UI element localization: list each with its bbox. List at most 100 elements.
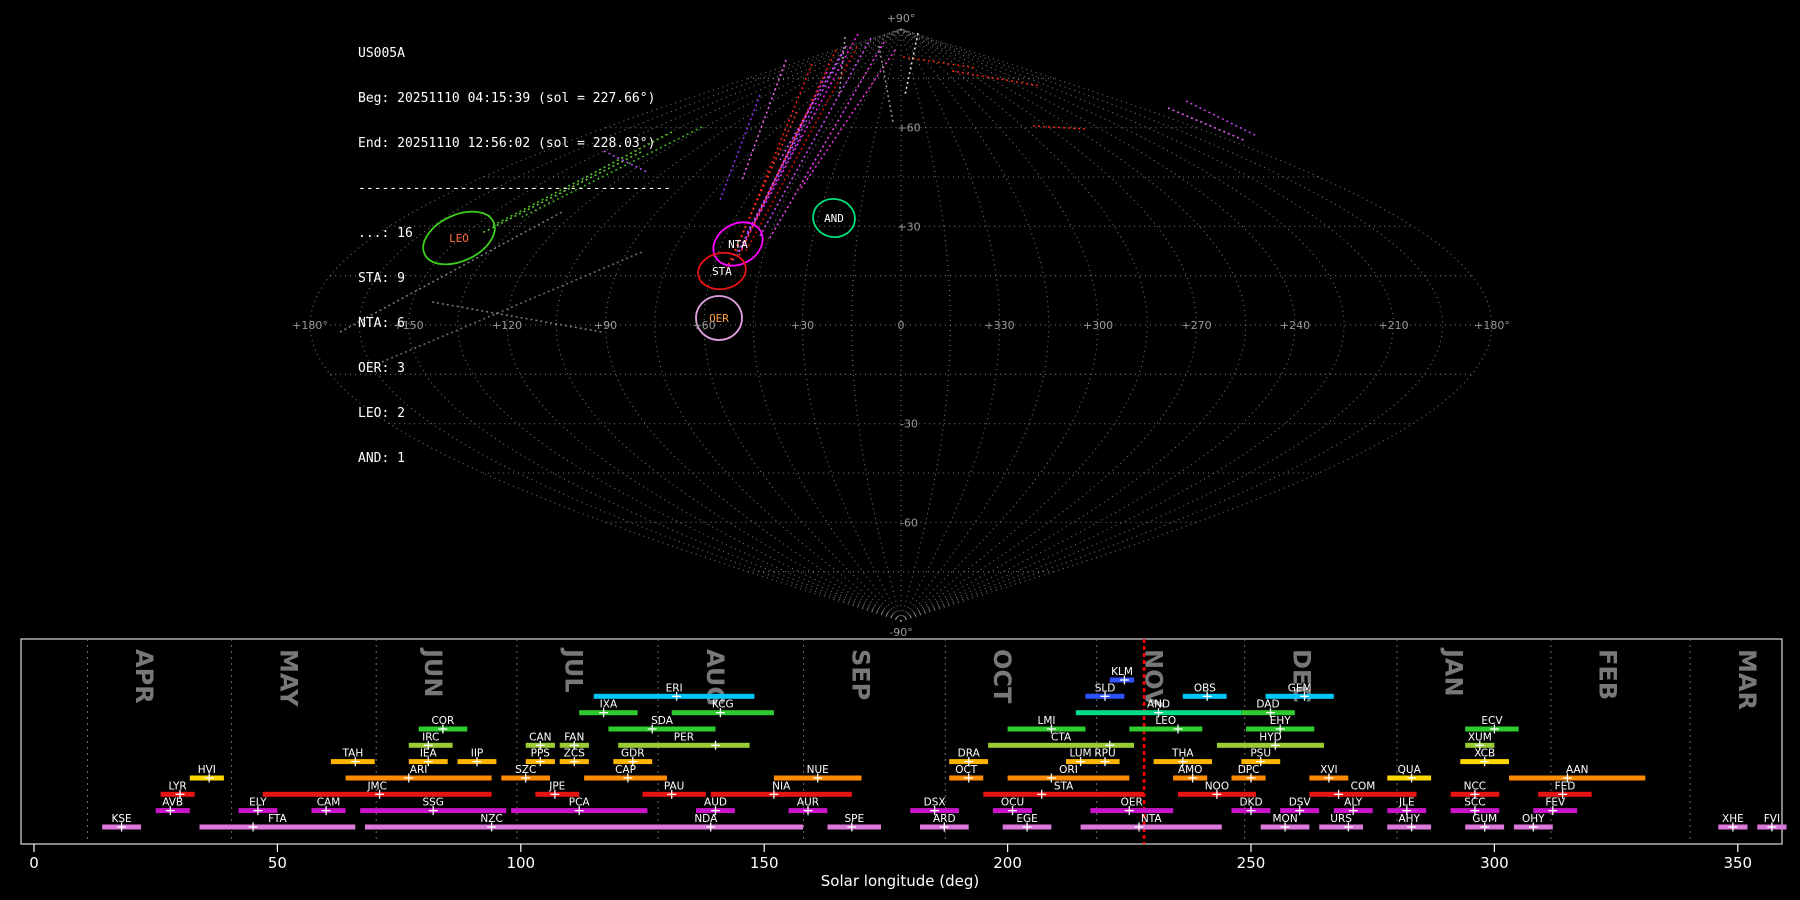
x-tick-label: 350 (1723, 854, 1752, 872)
shower-bar-rpu: RPU (1090, 748, 1120, 767)
count-nta: NTA: 6 (358, 316, 405, 331)
x-tick-label: 200 (993, 854, 1022, 872)
shower-code-label: KCG (712, 699, 734, 711)
shower-code-label: NDA (694, 813, 718, 825)
shower-bar-amo: AMO (1173, 764, 1208, 783)
shower-code-label: JLE (1398, 797, 1415, 809)
shower-bar-zcs: ZCS (559, 748, 589, 767)
shower-code-label: PSU (1250, 748, 1271, 760)
meteor-report-page: { "header": { "station": "US005A", "beg"… (0, 0, 1800, 900)
shower-code-label: DRA (958, 748, 981, 760)
shower-code-label: LUM (1070, 748, 1092, 760)
count-oer: OER: 3 (358, 361, 405, 376)
shower-code-label: AMO (1178, 764, 1203, 776)
station-id: US005A (358, 46, 405, 61)
shower-code-label: OBS (1194, 682, 1216, 694)
end-time: End: 20251110 12:56:02 (sol = 228.03°) (358, 136, 656, 151)
shower-code-label: ZCS (564, 748, 586, 760)
shower-code-label: CAM (317, 797, 341, 809)
month-label-mar: MAR (1733, 649, 1761, 710)
shower-code-label: ALY (1344, 797, 1363, 809)
shower-code-label: PER (674, 731, 694, 743)
shower-code-label: KLM (1111, 666, 1133, 678)
shower-code-label: DSV (1289, 797, 1312, 809)
shower-code-label: ORI (1059, 764, 1078, 776)
month-label-may: MAY (274, 649, 302, 707)
shower-code-label: LMI (1037, 715, 1055, 727)
shower-code-label: XHE (1722, 813, 1744, 825)
shower-code-label: QUA (1398, 764, 1422, 776)
shower-code-label: GUM (1472, 813, 1497, 825)
count-sporadic: ...: 16 (358, 226, 413, 241)
shower-code-label: XCB (1474, 748, 1495, 760)
month-label-jan: JAN (1440, 647, 1468, 697)
shower-code-label: JMC (366, 780, 387, 792)
begin-time: Beg: 20251110 04:15:39 (sol = 227.66°) (358, 91, 656, 106)
shower-code-label: IXA (600, 699, 618, 711)
shower-code-label: EHY (1270, 715, 1292, 727)
shower-code-label: FEV (1545, 797, 1566, 809)
month-label-apr: APR (130, 649, 158, 704)
shower-code-label: IIP (471, 748, 484, 760)
shower-code-label: OCU (1001, 797, 1024, 809)
x-tick-label: 150 (750, 854, 779, 872)
shower-code-label: FVI (1764, 813, 1780, 825)
shower-code-label: HVI (198, 764, 216, 776)
shower-code-label: CAN (529, 731, 551, 743)
shower-code-label: CTA (1051, 731, 1072, 743)
shower-code-label: PPS (531, 748, 551, 760)
shower-bar-xhe: XHE (1718, 813, 1748, 832)
shower-code-label: ELY (249, 797, 267, 809)
shower-code-label: NOO (1205, 780, 1229, 792)
month-label-oct: OCT (988, 649, 1016, 704)
shower-code-label: GEM (1288, 682, 1312, 694)
shower-code-label: STA (1054, 780, 1074, 792)
x-tick-label: 50 (268, 854, 287, 872)
shower-code-label: SDA (651, 715, 674, 727)
x-tick-label: 0 (29, 854, 39, 872)
count-and: AND: 1 (358, 451, 405, 466)
shower-code-label: LEO (1155, 715, 1176, 727)
shower-code-label: AAN (1566, 764, 1589, 776)
shower-code-label: HYD (1259, 731, 1281, 743)
shower-code-label: LYR (169, 780, 187, 792)
shower-code-label: SZC (515, 764, 536, 776)
shower-code-label: SSG (422, 797, 443, 809)
shower-code-label: JPE (548, 780, 565, 792)
x-axis-title: Solar longitude (deg) (820, 872, 980, 890)
shower-code-label: XVI (1320, 764, 1337, 776)
shower-code-label: AND (1147, 699, 1170, 711)
shower-code-label: OHY (1522, 813, 1545, 825)
shower-code-label: PCA (569, 797, 591, 809)
shower-code-label: OER (1121, 797, 1143, 809)
separator: ---------------------------------------- (358, 181, 672, 196)
shower-code-label: MON (1273, 813, 1298, 825)
month-label-feb: FEB (1594, 649, 1622, 700)
shower-code-label: SLD (1095, 682, 1116, 694)
shower-code-label: ARD (933, 813, 956, 825)
shower-code-label: DKD (1239, 797, 1262, 809)
shower-code-label: NCC (1464, 780, 1487, 792)
count-sta: STA: 9 (358, 271, 405, 286)
shower-code-label: KSE (112, 813, 132, 825)
month-label-jun: JUN (419, 647, 447, 698)
month-label-sep: SEP (846, 649, 874, 700)
shower-code-label: AUD (704, 797, 727, 809)
shower-code-label: GDR (621, 748, 645, 760)
shower-code-label: SCC (1464, 797, 1485, 809)
shower-code-label: FTA (268, 813, 287, 825)
shower-code-label: COM (1351, 780, 1376, 792)
observation-info: US005A Beg: 20251110 04:15:39 (sol = 227… (358, 16, 671, 481)
shower-code-label: ARI (410, 764, 428, 776)
shower-code-label: DSX (924, 797, 946, 809)
month-label-jul: JUL (560, 647, 588, 693)
shower-code-label: SPE (844, 813, 864, 825)
shower-code-label: NZC (480, 813, 502, 825)
shower-code-label: DPC (1238, 764, 1260, 776)
shower-code-label: URS (1330, 813, 1352, 825)
shower-code-label: AVB (162, 797, 183, 809)
shower-code-label: NIA (772, 780, 791, 792)
shower-code-label: CAP (615, 764, 636, 776)
shower-code-label: NUE (807, 764, 829, 776)
activity-timeline-svg: APR MAY JUN JUL AUG SEP OCT NOV DEC JAN FEB MARKLME… (20, 638, 1787, 872)
